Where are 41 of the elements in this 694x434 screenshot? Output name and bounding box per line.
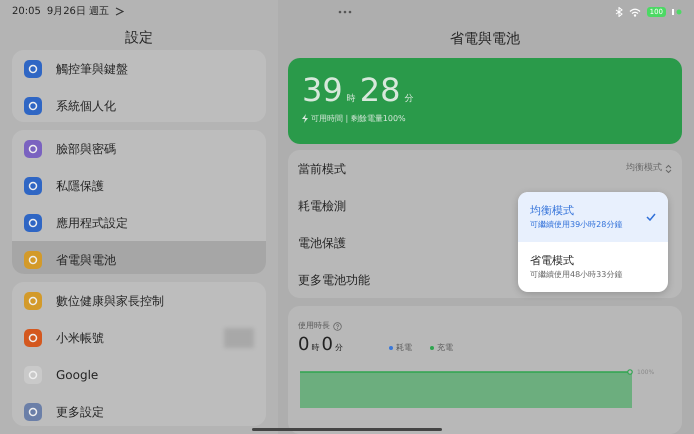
- sidebar-item[interactable]: 應用程式設定: [12, 204, 266, 242]
- help-icon: [333, 322, 342, 330]
- minutes-value: 0: [321, 336, 333, 354]
- sidebar-item[interactable]: 臉部與密碼: [12, 130, 266, 168]
- charging-icon: [672, 8, 682, 16]
- sidebar-item[interactable]: Google: [12, 356, 266, 394]
- sidebar-item[interactable]: 數位健康與家長控制: [12, 282, 266, 320]
- page-title: 設定: [124, 29, 154, 48]
- updown-icon: [665, 164, 672, 174]
- wifi-icon: [628, 8, 641, 16]
- status-date: 9月26日 週五: [46, 5, 110, 20]
- sidebar-item[interactable]: 小米帳號: [12, 319, 266, 356]
- sidebar-item[interactable]: 省電與電池: [12, 241, 266, 274]
- hours-unit: 時: [311, 342, 320, 354]
- settings-row-label[interactable]: 更多電池功能: [298, 270, 370, 288]
- settings-row-label[interactable]: 當前模式: [298, 160, 346, 178]
- minutes-unit: 分: [404, 93, 414, 106]
- battery-caption: 可用時間 | 剩餘電量100%: [311, 112, 406, 124]
- more-icon: [338, 10, 352, 14]
- home-indicator[interactable]: [252, 428, 442, 431]
- legend-label: 充電: [436, 342, 453, 354]
- bluetooth-icon: [614, 7, 623, 17]
- menu-option[interactable]: 均衡模式 可繼續使用39小時28分鐘: [518, 192, 668, 242]
- sidebar-item[interactable]: 更多設定: [12, 393, 266, 426]
- legend-label: 耗電: [396, 342, 412, 354]
- hours-value: 39: [302, 74, 343, 106]
- lightning-icon: [302, 114, 308, 123]
- hours-unit: 時: [346, 93, 356, 106]
- status-time: 20:05: [12, 5, 41, 20]
- hours-value: 0: [298, 336, 310, 354]
- sidebar-item[interactable]: 觸控筆與鍵盤: [12, 50, 266, 88]
- menu-option[interactable]: 省電模式 可繼續使用48小時33分鐘: [518, 242, 668, 292]
- minutes-value: 28: [360, 74, 400, 106]
- usage-title: 使用時長: [298, 320, 330, 332]
- settings-row-label[interactable]: 耗電檢測: [298, 196, 346, 214]
- check-icon: [646, 213, 656, 221]
- sidebar-item[interactable]: 私隱保護: [12, 167, 266, 204]
- minutes-unit: 分: [334, 342, 343, 354]
- page-title: 省電與電池: [449, 30, 521, 49]
- settings-row-label[interactable]: 電池保護: [298, 234, 346, 252]
- sidebar-item[interactable]: 系統個人化: [12, 87, 266, 122]
